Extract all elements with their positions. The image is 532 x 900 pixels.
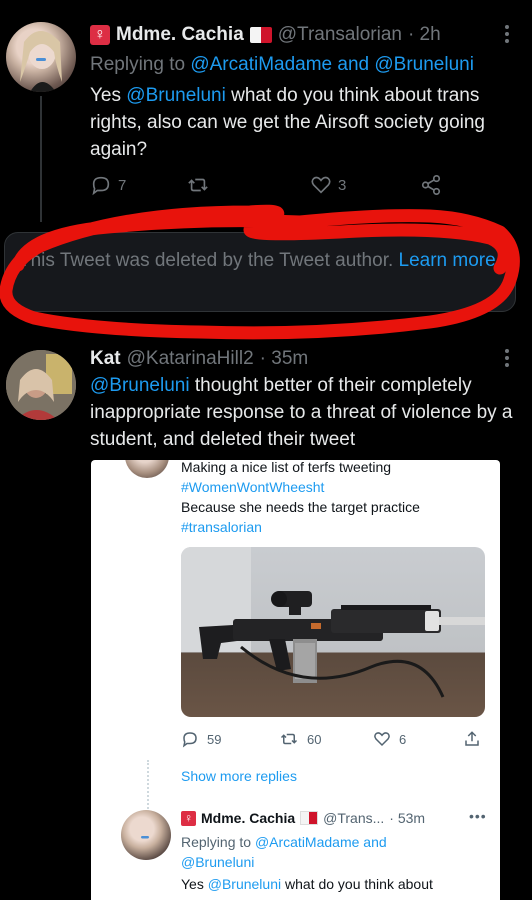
retweet-button[interactable] bbox=[186, 174, 216, 196]
author-name[interactable]: Kat bbox=[90, 348, 121, 370]
malta-flag-icon bbox=[300, 811, 319, 825]
mention-link[interactable]: @Bruneluni bbox=[208, 876, 281, 892]
learn-more-link[interactable]: Learn more bbox=[399, 250, 496, 271]
nested-reply[interactable]: ♀ Mdme. Cachia @Trans... · 53m ••• Reply… bbox=[91, 800, 500, 900]
embed-like-button[interactable]: 6 bbox=[373, 730, 406, 748]
author-handle[interactable]: @Transalorian bbox=[278, 24, 402, 46]
embed-reply-count: 59 bbox=[207, 731, 222, 747]
more-options-icon[interactable] bbox=[500, 22, 514, 46]
embed-tweet-text: Making a nice list of terfs tweeting #Wo… bbox=[181, 460, 491, 537]
share-icon bbox=[421, 175, 441, 195]
heart-icon bbox=[374, 732, 390, 747]
retweet-icon bbox=[188, 178, 208, 192]
share-button[interactable] bbox=[420, 174, 442, 196]
tweet-time: · 2h bbox=[407, 24, 441, 45]
heart-icon bbox=[311, 176, 331, 194]
rifle-photo[interactable] bbox=[181, 547, 485, 717]
nested-replying-to-user[interactable]: @Bruneluni bbox=[181, 854, 254, 870]
reply-icon bbox=[92, 176, 110, 196]
embed-reply-button[interactable]: 59 bbox=[181, 730, 221, 748]
thread-line bbox=[40, 96, 42, 222]
nested-avatar[interactable] bbox=[121, 810, 171, 860]
female-sign-icon: ♀ bbox=[90, 25, 110, 45]
tweet-header: ♀ Mdme. Cachia @Transalorian · 2h bbox=[90, 22, 510, 48]
nested-replying-to: Replying to @ArcatiMadame and @Bruneluni bbox=[181, 834, 387, 870]
tweet-actions: 7 3 bbox=[90, 174, 450, 198]
tweet-text: Yes @Bruneluni what do you think about t… bbox=[90, 85, 485, 160]
reply-button[interactable]: 7 bbox=[90, 174, 126, 196]
tweet-2[interactable]: Kat @KatarinaHill2 · 35m @Bruneluni thou… bbox=[0, 338, 532, 900]
author-name[interactable]: Mdme. Cachia bbox=[116, 24, 244, 46]
tweet-header: Kat @KatarinaHill2 · 35m bbox=[90, 346, 510, 372]
embed-share-button[interactable] bbox=[463, 730, 481, 748]
embed-retweet-button[interactable]: 60 bbox=[279, 730, 321, 748]
like-button[interactable]: 3 bbox=[310, 174, 346, 196]
share-upload-icon bbox=[465, 731, 479, 746]
hashtag-link[interactable]: #WomenWontWheesht bbox=[181, 477, 491, 497]
embed-avatar bbox=[125, 460, 169, 478]
nested-replying-to-users[interactable]: @ArcatiMadame and bbox=[255, 834, 387, 850]
embed-actions: 59 60 6 bbox=[181, 730, 481, 752]
embed-retweet-count: 60 bbox=[307, 731, 322, 747]
malta-flag-icon bbox=[249, 27, 272, 43]
attached-screenshot[interactable]: Making a nice list of terfs tweeting #Wo… bbox=[91, 460, 500, 900]
tweet-time: · 35m bbox=[259, 348, 309, 369]
deleted-notice-text: This Tweet was deleted by the Tweet auth… bbox=[19, 250, 394, 271]
retweet-icon bbox=[280, 733, 298, 745]
author-handle[interactable]: @KatarinaHill2 bbox=[127, 348, 254, 370]
mention-link[interactable]: @Bruneluni bbox=[126, 85, 226, 106]
nested-author-name[interactable]: Mdme. Cachia bbox=[201, 810, 295, 826]
reply-count: 7 bbox=[118, 176, 127, 194]
tweet-1[interactable]: ♀ Mdme. Cachia @Transalorian · 2h Replyi… bbox=[0, 0, 532, 222]
more-options-icon[interactable] bbox=[500, 346, 514, 370]
nested-tweet-text: Yes @Bruneluni what do you think about bbox=[181, 876, 433, 892]
deleted-tweet-notice: This Tweet was deleted by the Tweet auth… bbox=[4, 232, 516, 312]
nested-header: ♀ Mdme. Cachia @Trans... · 53m bbox=[181, 810, 491, 826]
embed-like-count: 6 bbox=[399, 731, 407, 747]
female-sign-icon: ♀ bbox=[181, 810, 196, 826]
nested-more-icon[interactable]: ••• bbox=[469, 808, 487, 824]
nested-author-handle[interactable]: @Trans... bbox=[323, 810, 384, 826]
like-count: 3 bbox=[338, 176, 347, 194]
replying-to-users[interactable]: @ArcatiMadame and @Bruneluni bbox=[190, 54, 474, 75]
mention-link[interactable]: @Bruneluni bbox=[90, 375, 190, 396]
avatar[interactable] bbox=[6, 22, 76, 92]
show-more-replies[interactable]: Show more replies bbox=[181, 768, 297, 784]
tweet-text: @Bruneluni thought better of their compl… bbox=[90, 375, 513, 450]
nested-tweet-time: · 53m bbox=[389, 810, 426, 826]
avatar[interactable] bbox=[6, 350, 76, 420]
hashtag-link[interactable]: #transalorian bbox=[181, 517, 491, 537]
reply-icon bbox=[182, 732, 197, 748]
replying-to: Replying to @ArcatiMadame and @Bruneluni bbox=[90, 54, 474, 75]
